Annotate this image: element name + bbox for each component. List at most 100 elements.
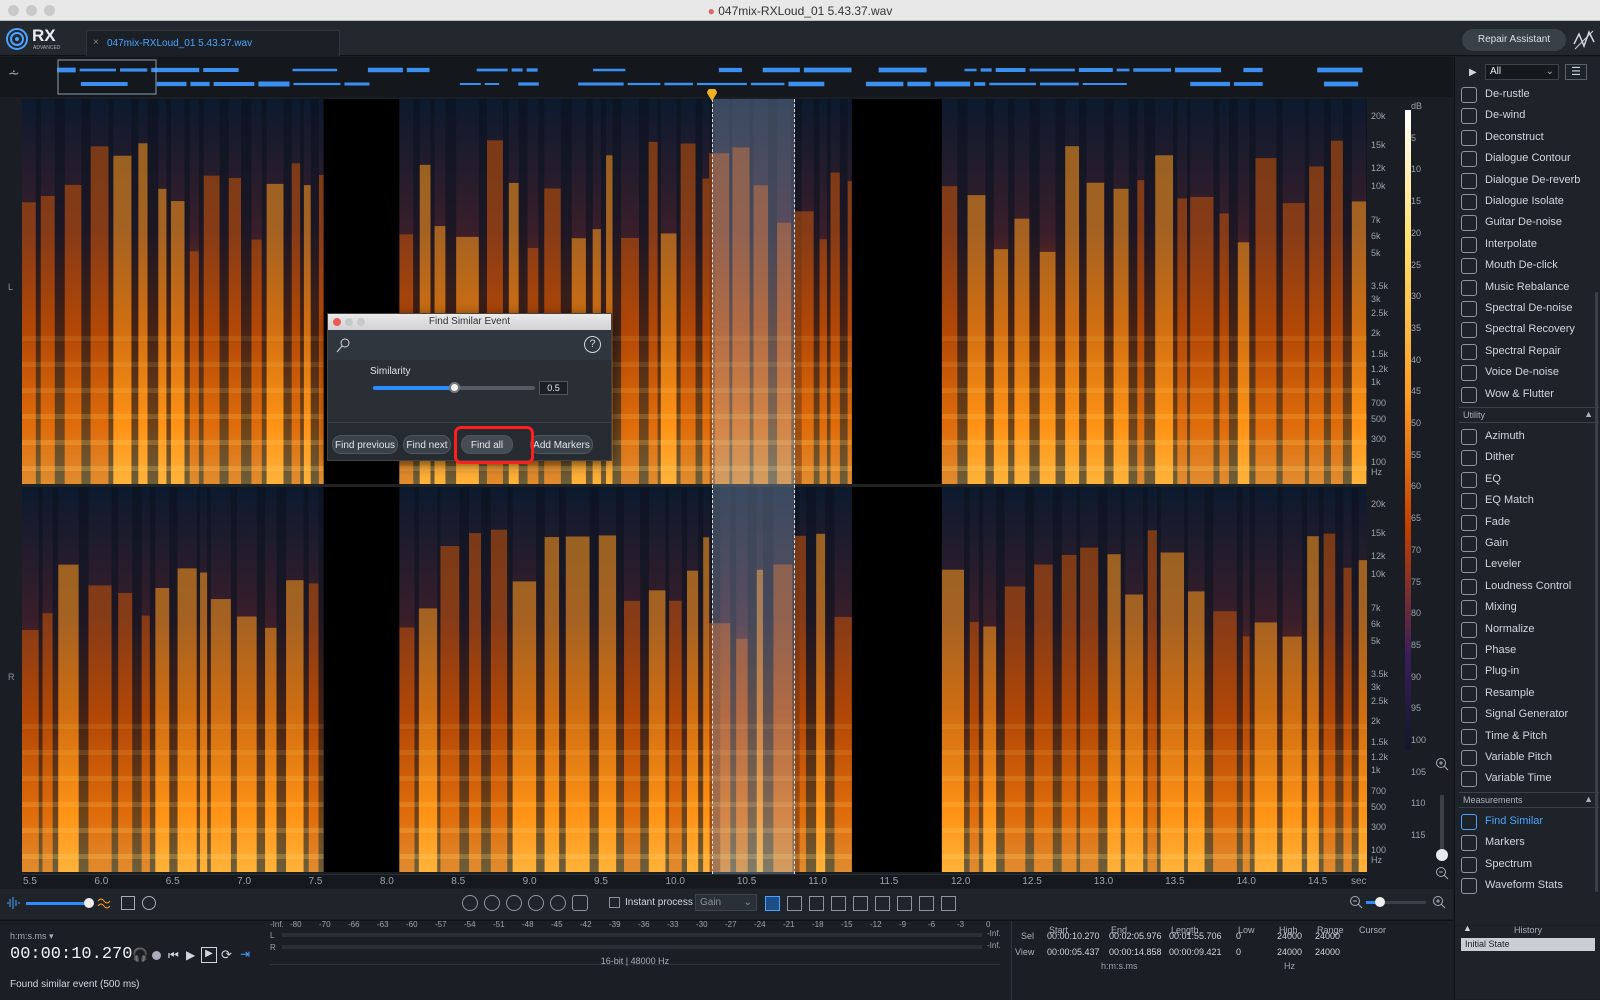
module-leveler[interactable]: Leveler — [1461, 555, 1597, 575]
module-fade[interactable]: Fade — [1461, 513, 1597, 533]
horizontal-zoom-in-icon[interactable] — [1432, 895, 1446, 909]
zoom-fit-icon[interactable] — [506, 895, 522, 911]
zoom-out-icon[interactable] — [484, 895, 500, 911]
module-signal-generator[interactable]: Signal Generator — [1461, 705, 1597, 725]
lasso-icon[interactable] — [831, 896, 846, 911]
time-select-icon[interactable] — [765, 896, 780, 911]
module-azimuth[interactable]: Azimuth — [1461, 427, 1597, 447]
module-plug-in[interactable]: Plug-in — [1461, 662, 1597, 682]
file-tab[interactable]: × 047mix-RXLoud_01 5.43.37.wav — [86, 30, 340, 56]
section-header[interactable]: Utility ▲ — [1459, 407, 1599, 423]
zoom-selection-icon[interactable] — [528, 895, 544, 911]
module-eq[interactable]: EQ — [1461, 470, 1597, 490]
brush-icon[interactable] — [853, 896, 868, 911]
chat-icon[interactable] — [142, 896, 156, 910]
zoom-out-icon[interactable] — [1435, 866, 1449, 880]
headphones-icon[interactable]: 🎧 — [132, 947, 148, 963]
magnify-icon[interactable] — [550, 895, 566, 911]
spectrogram-opacity-slider[interactable] — [26, 902, 90, 905]
module-list-scrollbar[interactable] — [1595, 292, 1598, 892]
module-eq-match[interactable]: EQ Match — [1461, 491, 1597, 511]
module-de-wind[interactable]: De-wind — [1461, 106, 1597, 126]
history-item[interactable]: Initial State — [1461, 938, 1595, 951]
spectrogram-view-icon[interactable] — [97, 895, 113, 911]
spectrogram-channel-left[interactable] — [22, 99, 1367, 484]
similarity-slider-handle[interactable] — [449, 382, 460, 393]
signal-icon[interactable] — [1572, 28, 1596, 52]
module-spectral-repair[interactable]: Spectral Repair — [1461, 342, 1597, 362]
time-format-select[interactable]: h:m:s.ms ▾ — [10, 931, 54, 942]
module-mouth-de-click[interactable]: Mouth De-click — [1461, 256, 1597, 276]
module-dialogue-contour[interactable]: Dialogue Contour — [1461, 149, 1597, 169]
module-loudness-control[interactable]: Loudness Control — [1461, 577, 1597, 597]
module-guitar-de-noise[interactable]: Guitar De-noise — [1461, 213, 1597, 233]
module-spectral-recovery[interactable]: Spectral Recovery — [1461, 320, 1597, 340]
overview-waveform[interactable] — [22, 58, 1367, 96]
find-next-button[interactable]: Find next — [403, 435, 451, 454]
spectrogram-channel-right[interactable] — [22, 487, 1367, 872]
instant-process-select[interactable]: Gain ⌄ — [695, 894, 757, 911]
module-label: Markers — [1485, 836, 1525, 849]
close-tab-icon[interactable]: × — [93, 37, 99, 48]
record-icon[interactable] — [152, 951, 161, 960]
module-markers[interactable]: Markers — [1461, 833, 1597, 853]
play-icon[interactable]: ▶ — [186, 948, 195, 962]
vertical-zoom-handle[interactable] — [1436, 849, 1448, 861]
module-find-similar[interactable]: Find Similar — [1461, 812, 1597, 832]
vertical-zoom-slider[interactable] — [1440, 795, 1444, 855]
horizontal-zoom-handle[interactable] — [1375, 897, 1385, 907]
zoom-in-icon[interactable] — [1435, 757, 1449, 771]
zoom-in-icon[interactable] — [462, 895, 478, 911]
module-dialogue-isolate[interactable]: Dialogue Isolate — [1461, 192, 1597, 212]
dialog-close-button[interactable] — [333, 318, 341, 326]
collapse-icon[interactable]: ▲ — [1584, 409, 1593, 419]
magic-wand-icon[interactable] — [875, 896, 890, 911]
horizontal-zoom-out-icon[interactable] — [1349, 895, 1363, 909]
module-variable-time[interactable]: Variable Time — [1461, 769, 1597, 789]
module-mixing[interactable]: Mixing — [1461, 598, 1597, 618]
meter-scale-label: 0 — [986, 920, 991, 929]
module-normalize[interactable]: Normalize — [1461, 620, 1597, 640]
module-wow-flutter[interactable]: Wow & Flutter — [1461, 385, 1597, 405]
rect-select-icon[interactable] — [809, 896, 824, 911]
repair-assistant-button[interactable]: Repair Assistant — [1462, 29, 1566, 51]
follow-playhead-icon[interactable]: ⇥ — [240, 947, 250, 961]
spectrogram-settings-icon[interactable] — [121, 896, 135, 910]
spectrogram-view[interactable] — [22, 99, 1367, 874]
module-dialogue-de-reverb[interactable]: Dialogue De-reverb — [1461, 171, 1597, 191]
module-spectrum[interactable]: Spectrum — [1461, 855, 1597, 875]
loop-icon[interactable]: ⟳ — [221, 947, 232, 963]
frequency-select-icon[interactable] — [787, 896, 802, 911]
draw-icon[interactable] — [941, 896, 956, 911]
playhead-marker[interactable] — [706, 88, 717, 101]
play-selection-icon[interactable]: ▶ — [201, 947, 217, 963]
module-de-rustle[interactable]: De-rustle — [1461, 85, 1597, 105]
skip-back-icon[interactable]: ⏮ — [168, 948, 179, 963]
module-deconstruct[interactable]: Deconstruct — [1461, 128, 1597, 148]
opacity-slider-handle[interactable] — [84, 898, 94, 908]
hand-icon[interactable] — [572, 895, 588, 911]
find-previous-button[interactable]: Find previous — [332, 435, 398, 454]
collapse-icon[interactable]: ⩪ — [8, 65, 20, 82]
waveform-view-icon[interactable] — [6, 896, 20, 910]
collapse-icon[interactable]: ▲ — [1584, 794, 1593, 804]
module-time-pitch[interactable]: Time & Pitch — [1461, 727, 1597, 747]
module-dither[interactable]: Dither — [1461, 448, 1597, 468]
time-selection[interactable] — [711, 99, 795, 874]
question-icon[interactable]: ? — [584, 336, 601, 353]
module-phase[interactable]: Phase — [1461, 641, 1597, 661]
module-resample[interactable]: Resample — [1461, 684, 1597, 704]
section-header[interactable]: Measurements ▲ — [1459, 791, 1599, 808]
module-voice-de-noise[interactable]: Voice De-noise — [1461, 363, 1597, 383]
pencil-icon[interactable] — [919, 896, 934, 911]
module-waveform-stats[interactable]: Waveform Stats — [1461, 876, 1597, 896]
module-interpolate[interactable]: Interpolate — [1461, 235, 1597, 255]
add-markers-button[interactable]: Add Markers — [530, 435, 593, 454]
module-music-rebalance[interactable]: Music Rebalance — [1461, 278, 1597, 298]
module-spectral-de-noise[interactable]: Spectral De-noise — [1461, 299, 1597, 319]
instant-process-checkbox[interactable] — [609, 897, 620, 908]
similarity-value-field[interactable]: 0.5 — [539, 381, 568, 395]
module-gain[interactable]: Gain — [1461, 534, 1597, 554]
module-variable-pitch[interactable]: Variable Pitch — [1461, 748, 1597, 768]
harmonic-select-icon[interactable] — [897, 896, 912, 911]
